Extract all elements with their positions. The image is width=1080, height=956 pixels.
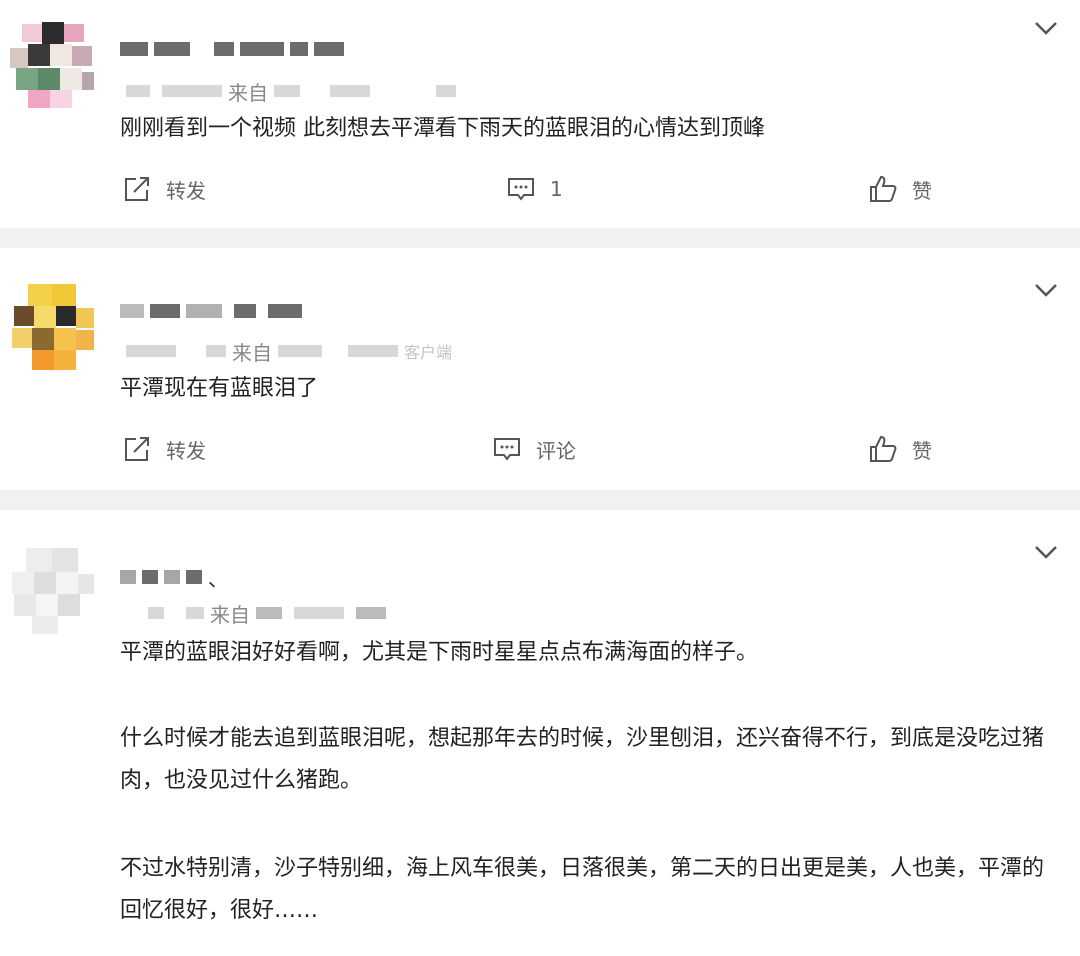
share-icon [125, 177, 149, 201]
action-bar: 转发 评论 赞 [0, 434, 1080, 474]
post-meta: 来自 [120, 78, 462, 105]
chevron-down-icon[interactable] [1032, 18, 1060, 38]
comment-icon [508, 178, 534, 201]
post-3: 、 来自 平潭的蓝眼泪好好看啊，尤其是下雨时星星点点布满海面的样子。 什么时候才… [0, 510, 1080, 956]
chevron-down-icon[interactable] [1032, 280, 1060, 300]
comment-button[interactable]: 1 [506, 174, 563, 204]
avatar[interactable] [8, 22, 96, 110]
avatar[interactable] [8, 548, 96, 636]
source-label: 来自 [232, 340, 272, 365]
comment-label: 评论 [536, 438, 576, 463]
comment-icon [494, 438, 520, 461]
separator [0, 228, 1080, 248]
like-label: 赞 [912, 438, 932, 463]
like-button[interactable]: 赞 [868, 174, 932, 204]
like-label: 赞 [912, 178, 932, 203]
post-paragraph-2: 什么时候才能去追到蓝眼泪呢，想起那年去的时候，沙里刨泪，还兴奋得不行，到底是没吃… [120, 726, 1045, 793]
username[interactable] [120, 38, 344, 60]
like-button[interactable]: 赞 [868, 434, 932, 464]
separator [0, 490, 1080, 510]
repost-button[interactable]: 转发 [122, 174, 206, 204]
source-label: 来自 [228, 80, 268, 105]
source-label: 来自 [210, 602, 250, 627]
post-1: 来自 刚刚看到一个视频 此刻想去平潭看下雨天的蓝眼泪的心情达到顶峰 转发 1 赞 [0, 0, 1080, 228]
like-icon [870, 175, 897, 202]
post-text: 平潭现在有蓝眼泪了 [120, 376, 319, 401]
source-suffix: 客户端 [404, 343, 453, 362]
repost-button[interactable]: 转发 [122, 434, 206, 464]
comment-button[interactable]: 评论 [492, 434, 576, 464]
post-text: 刚刚看到一个视频 此刻想去平潭看下雨天的蓝眼泪的心情达到顶峰 [120, 116, 765, 141]
post-meta: 来自 客户端 [120, 338, 453, 365]
username[interactable]: 、 [120, 566, 228, 591]
post-2: 来自 客户端 平潭现在有蓝眼泪了 转发 评论 赞 [0, 248, 1080, 490]
avatar[interactable] [8, 284, 96, 372]
chevron-down-icon[interactable] [1032, 542, 1060, 562]
post-paragraph-3: 不过水特别清，沙子特别细，海上风车很美，日落很美，第二天的日出更是美，人也美，平… [120, 856, 1045, 923]
repost-label: 转发 [166, 438, 206, 463]
name-suffix: 、 [208, 566, 228, 591]
share-icon [125, 437, 149, 461]
like-icon [870, 435, 897, 462]
username[interactable] [120, 300, 302, 322]
post-meta: 来自 [120, 600, 392, 627]
action-bar: 转发 1 赞 [0, 174, 1080, 214]
post-paragraph-1: 平潭的蓝眼泪好好看啊，尤其是下雨时星星点点布满海面的样子。 [120, 640, 759, 665]
repost-label: 转发 [166, 178, 206, 203]
comment-count: 1 [550, 177, 563, 201]
